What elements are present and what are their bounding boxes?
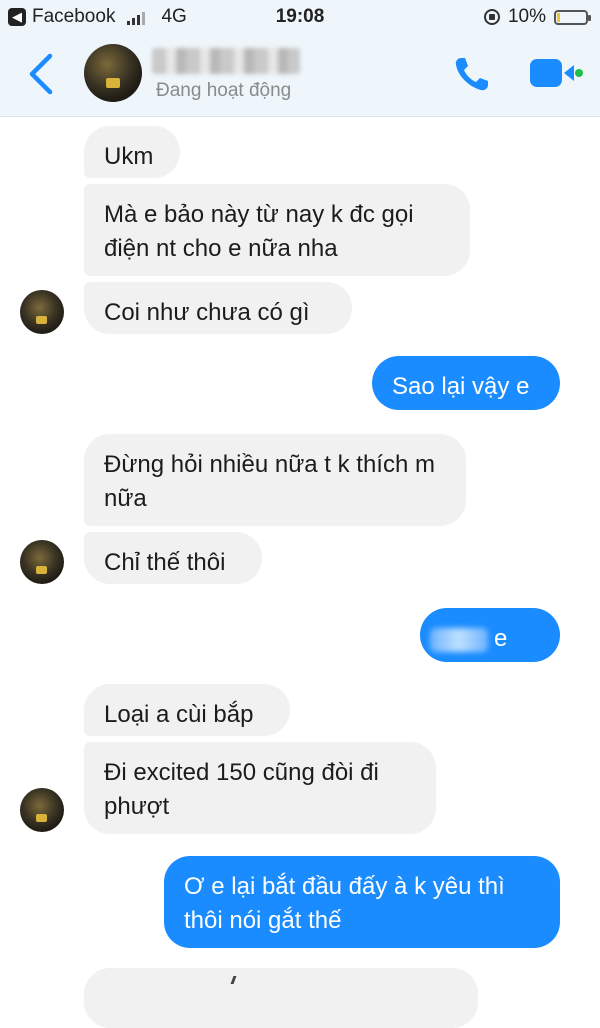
message-bubble-partial: [84, 968, 478, 1028]
status-bar: ◀ Facebook 4G 19:08 10%: [0, 0, 600, 34]
redacted-text: [430, 627, 488, 652]
message-bubble: Chỉ thế thôi: [84, 532, 262, 584]
active-status: Đang hoạt động: [156, 80, 292, 101]
message-bubble: Ơ e lại bắt đầu đấy à k yêu thì thôi nói…: [164, 856, 560, 948]
message-text: Sao lại vậy e: [392, 373, 530, 400]
message-bubble: Ukm: [84, 126, 180, 178]
message-text: Đi excited 150 cũng đòi đi phượt: [104, 759, 379, 820]
message-bubble: Đi excited 150 cũng đòi đi phượt: [84, 742, 436, 834]
message-bubble: Đừng hỏi nhiều nữa t k thích m nữa: [84, 434, 466, 526]
battery-percent: 10%: [507, 6, 546, 27]
message-text: Coi như chưa có gì: [104, 299, 310, 326]
message-bubble: e lun: [420, 608, 560, 686]
message-bubble: Loại a cùi bắp: [84, 684, 290, 736]
status-right: 10%: [483, 6, 591, 28]
conversation-header: Đang hoạt động: [0, 34, 600, 117]
back-icon[interactable]: [22, 50, 62, 98]
contact-avatar[interactable]: [20, 290, 64, 334]
message-text: Ơ e lại bắt đầu đấy à k yêu thì thôi nói…: [184, 873, 505, 934]
message-bubble: Coi như chưa có gì: [84, 282, 352, 334]
message-text: Mà e bảo này từ nay k đc gọi điện nt cho…: [104, 201, 414, 262]
contact-avatar[interactable]: [20, 788, 64, 832]
message-bubble: Sao lại vậy e: [372, 356, 560, 410]
battery-icon: [554, 9, 591, 25]
contact-avatar[interactable]: [84, 44, 142, 102]
phone-icon[interactable]: [452, 54, 492, 94]
message-text: Ukm: [104, 143, 154, 170]
message-text: Đừng hỏi nhiều nữa t k thích m nữa: [104, 451, 435, 512]
video-camera-icon[interactable]: [528, 56, 584, 90]
rotation-lock-icon: [483, 9, 500, 25]
message-bubble: Mà e bảo này từ nay k đc gọi điện nt cho…: [84, 184, 470, 276]
message-text: Loại a cùi bắp: [104, 701, 254, 728]
contact-avatar[interactable]: [20, 540, 64, 584]
contact-name-redacted[interactable]: [152, 48, 300, 74]
message-text: Chỉ thế thôi: [104, 549, 226, 576]
